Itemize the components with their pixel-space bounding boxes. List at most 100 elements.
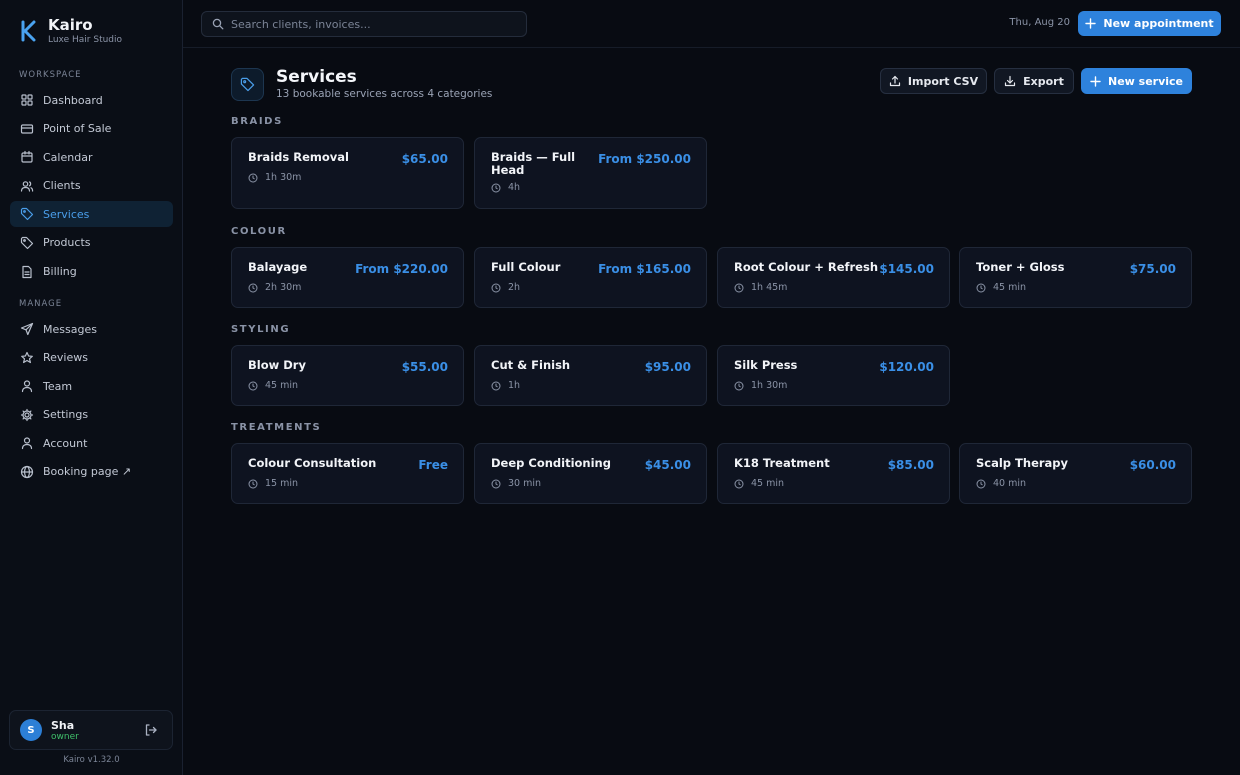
service-duration: 1h 30m (734, 380, 787, 391)
duration-text: 45 min (265, 380, 299, 391)
user-icon (21, 380, 33, 393)
service-duration: 1h 30m (248, 172, 301, 183)
export-button[interactable]: Export (994, 68, 1074, 94)
service-price: From $220.00 (355, 262, 448, 276)
globe-icon (20, 465, 34, 479)
current-date: Thu, Aug 20 (1009, 17, 1070, 28)
sidebar-item-calendar[interactable]: Calendar (10, 144, 173, 170)
service-price: $45.00 (644, 458, 691, 472)
sidebar-item-account[interactable]: Account (10, 430, 173, 456)
sidebar-item-reviews[interactable]: Reviews (10, 345, 173, 371)
sidebar-item-label: Products (43, 236, 91, 250)
service-duration: 30 min (491, 478, 541, 489)
gear-icon (20, 408, 34, 421)
service-duration: 4h (491, 182, 520, 193)
service-name: K18 Treatment (734, 456, 830, 470)
service-name: Colour Consultation (248, 456, 377, 470)
sidebar-item-label: Point of Sale (43, 122, 112, 136)
logout-icon[interactable] (144, 723, 158, 737)
service-card[interactable]: Braids Removal $65.00 1h 30m (231, 137, 464, 209)
sidebar-item-billing[interactable]: Billing (10, 259, 173, 285)
service-price: $65.00 (401, 152, 448, 166)
service-name: Scalp Therapy (976, 456, 1069, 470)
sidebar-item-label: Calendar (43, 150, 93, 164)
file-icon (22, 265, 32, 278)
category-heading: TREATMENTS (231, 422, 322, 433)
import-csv-button[interactable]: Import CSV (880, 68, 987, 94)
app-version: Kairo v1.32.0 (63, 755, 120, 765)
sidebar-item-label: Billing (43, 265, 77, 279)
service-card[interactable]: Colour Consultation Free 15 min (231, 443, 464, 504)
service-name: Silk Press (734, 358, 798, 372)
service-duration: 2h 30m (248, 282, 301, 293)
clock-icon (491, 283, 501, 292)
service-card[interactable]: Braids — Full Head From $250.00 4h (474, 137, 707, 209)
category-heading: STYLING (231, 324, 291, 335)
new-appointment-button[interactable]: New appointment (1078, 11, 1221, 36)
duration-text: 1h 30m (265, 172, 302, 183)
sidebar-item-dashboard[interactable]: Dashboard (10, 87, 173, 113)
user-card[interactable]: S Sha owner (9, 710, 173, 750)
category-heading: BRAIDS (231, 116, 283, 127)
service-price: From $165.00 (598, 262, 691, 276)
brand[interactable]: Kairo Luxe Hair Studio (20, 16, 122, 45)
service-price: $55.00 (401, 360, 448, 374)
service-card[interactable]: Scalp Therapy $60.00 40 min (959, 443, 1192, 504)
clock-icon (248, 283, 258, 292)
service-duration: 2h (491, 282, 520, 293)
sidebar-item-services[interactable]: Services (10, 201, 173, 228)
service-price: $145.00 (879, 262, 934, 276)
service-card[interactable]: Balayage From $220.00 2h 30m (231, 247, 464, 308)
service-card[interactable]: Cut & Finish $95.00 1h (474, 345, 707, 406)
workspace-nav: WORKSPACE Dashboard Point of Sale Calendar… (0, 70, 183, 287)
services-header-icon (231, 68, 264, 101)
import-csv-label: Import CSV (907, 74, 979, 88)
service-card[interactable]: Deep Conditioning $45.00 30 min (474, 443, 707, 504)
sidebar-item-team[interactable]: Team (10, 373, 173, 399)
kairo-logo-icon (21, 20, 36, 42)
category-heading: COLOUR (231, 226, 287, 237)
service-name: Balayage (248, 260, 308, 274)
avatar: S (20, 719, 42, 741)
search-bar[interactable] (201, 11, 527, 37)
sidebar-item-clients[interactable]: Clients (10, 173, 173, 199)
clock-icon (248, 479, 258, 488)
duration-text: 1h 30m (751, 380, 788, 391)
service-duration: 40 min (976, 478, 1026, 489)
duration-text: 40 min (993, 478, 1027, 489)
clock-icon (491, 381, 501, 390)
calendar-icon (21, 151, 33, 163)
duration-text: 30 min (508, 478, 542, 489)
service-card[interactable]: Silk Press $120.00 1h 30m (717, 345, 950, 406)
sidebar-item-point-of-sale[interactable]: Point of Sale (10, 116, 173, 142)
duration-text: 4h (508, 182, 521, 193)
duration-text: 45 min (751, 478, 785, 489)
star-icon (21, 351, 33, 363)
sidebar-item-booking-page[interactable]: Booking page ↗ (10, 459, 173, 485)
sidebar-item-settings[interactable]: Settings (10, 402, 173, 428)
new-service-button[interactable]: New service (1081, 68, 1192, 94)
card-icon (20, 123, 34, 134)
service-name: Blow Dry (248, 358, 306, 372)
service-duration: 45 min (976, 282, 1026, 293)
manage-nav: MANAGE Messages Reviews Team Settings Accoun… (0, 299, 183, 488)
duration-text: 15 min (265, 478, 299, 489)
service-name: Braids — Full Head (491, 150, 576, 177)
service-card[interactable]: Toner + Gloss $75.00 45 min (959, 247, 1192, 308)
service-name: Cut & Finish (491, 358, 571, 372)
service-card[interactable]: K18 Treatment $85.00 45 min (717, 443, 950, 504)
brand-subtitle: Luxe Hair Studio (48, 35, 123, 45)
service-card[interactable]: Root Colour + Refresh $145.00 1h 45m (717, 247, 950, 308)
service-card[interactable]: Blow Dry $55.00 45 min (231, 345, 464, 406)
search-input[interactable] (231, 17, 511, 31)
sidebar-item-messages[interactable]: Messages (10, 316, 173, 342)
service-card[interactable]: Full Colour From $165.00 2h (474, 247, 707, 308)
service-price: $85.00 (887, 458, 934, 472)
sidebar-item-products[interactable]: Products (10, 230, 173, 256)
clock-icon (248, 173, 258, 182)
page-title: Services (276, 67, 357, 87)
sidebar-item-label: Settings (43, 408, 89, 422)
tag-icon (20, 236, 34, 250)
workspace-heading: WORKSPACE (19, 70, 82, 80)
sidebar-item-label: Account (43, 436, 88, 450)
